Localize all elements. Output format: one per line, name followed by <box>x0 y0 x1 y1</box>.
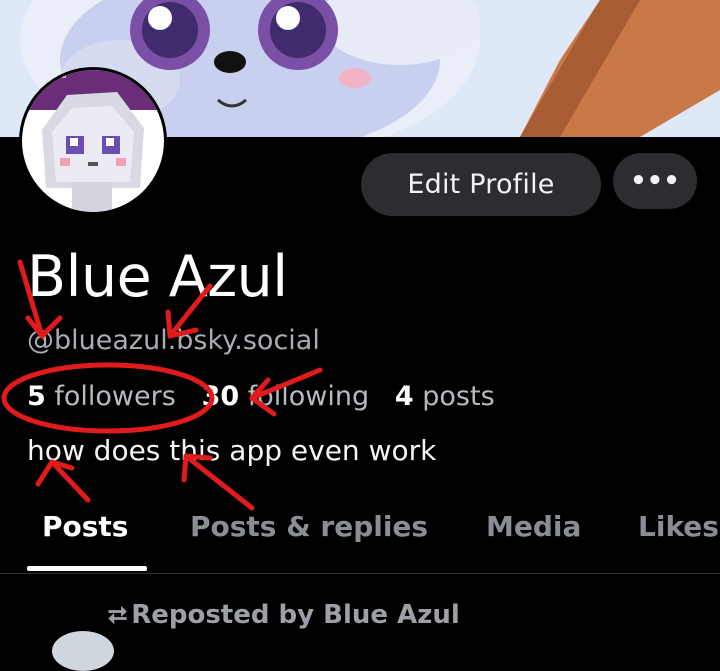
tab-posts-and-replies[interactable]: Posts & replies <box>190 510 428 543</box>
following-link[interactable]: 30 following <box>202 381 370 412</box>
following-count: 30 <box>201 381 240 412</box>
active-tab-indicator <box>27 566 147 571</box>
tabs-divider <box>0 573 720 574</box>
repost-label: Reposted by Blue Azul <box>131 600 460 630</box>
post-author-avatar[interactable] <box>52 631 114 671</box>
tab-likes[interactable]: Likes <box>638 510 719 543</box>
repost-indicator[interactable]: ⮂ Reposted by Blue Azul <box>108 600 460 630</box>
edit-profile-button[interactable]: Edit Profile <box>361 153 601 216</box>
profile-tabs: Posts Posts & replies Media Likes <box>0 500 720 572</box>
posts-label: posts <box>422 381 495 412</box>
profile-bio: how does this app even work <box>27 434 437 467</box>
tab-media[interactable]: Media <box>486 510 581 543</box>
tab-posts[interactable]: Posts <box>42 510 128 543</box>
followers-link[interactable]: 5 followers <box>27 381 176 412</box>
followers-count: 5 <box>27 381 46 412</box>
profile-avatar[interactable] <box>19 67 167 215</box>
posts-stat: 4 posts <box>395 381 495 412</box>
profile-stats: 5 followers 30 following 4 posts <box>27 381 495 412</box>
following-label: following <box>247 381 370 412</box>
followers-label: followers <box>54 381 176 412</box>
repost-icon: ⮂ <box>108 601 128 629</box>
annotation-arrow <box>49 459 91 503</box>
more-options-button[interactable]: ••• <box>613 153 697 209</box>
posts-count: 4 <box>394 381 414 412</box>
display-name: Blue Azul <box>27 244 288 310</box>
more-dots-icon: ••• <box>630 166 680 196</box>
profile-handle: @blueazul.bsky.social <box>27 325 320 356</box>
